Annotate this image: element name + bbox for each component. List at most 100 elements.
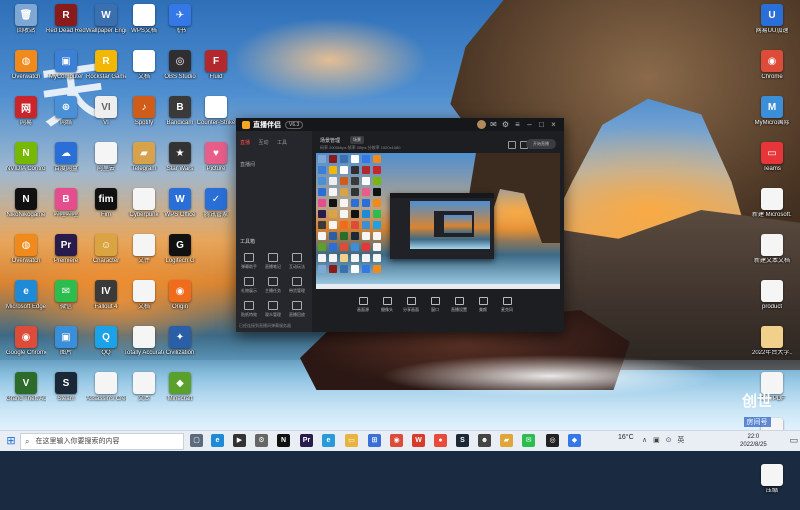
minimize-icon[interactable]: –: [525, 120, 534, 129]
taskbar-videoplayer-icon[interactable]: ▶: [233, 434, 246, 447]
tab-live[interactable]: 直播: [240, 139, 250, 146]
menu-icon[interactable]: ≡: [513, 120, 522, 129]
taskbar-record-icon[interactable]: ●: [434, 434, 447, 447]
settings-icon[interactable]: ⚙: [501, 120, 510, 129]
start-button[interactable]: ⊞: [2, 431, 20, 451]
desktop-icon[interactable]: B Bandicam: [160, 96, 200, 142]
tool-button[interactable]: 直播笔记: [262, 253, 284, 271]
control-button[interactable]: 麦克风: [496, 297, 518, 313]
desktop-icon[interactable]: IV Fallout 4: [86, 280, 126, 326]
desktop-icon[interactable]: ▰ Telegram: [124, 142, 164, 188]
desktop-icon[interactable]: N NVIDIA Control: [6, 142, 46, 188]
start-live-button[interactable]: 开始直播: [526, 139, 556, 149]
taskbar-gear-icon[interactable]: ⚙: [255, 434, 268, 447]
taskbar-taskview-icon[interactable]: ▢: [190, 434, 203, 447]
desktop-icon[interactable]: U 网易UU加速: [752, 4, 792, 50]
desktop-icon[interactable]: fim Fim: [86, 188, 126, 234]
taskbar-steam-icon[interactable]: S: [456, 434, 469, 447]
desktop-icon[interactable]: M MyMicro国际: [752, 96, 792, 142]
desktop-icon[interactable]: 文件: [124, 234, 164, 280]
desktop-icon[interactable]: Pr Premiere: [46, 234, 86, 280]
desktop-icon[interactable]: ◎ OBS Studio: [160, 50, 200, 96]
desktop-icon[interactable]: ◍ Overwatch: [6, 50, 46, 96]
notification-icon[interactable]: ▭: [789, 435, 798, 446]
clock[interactable]: 22:0 2022/8/25: [740, 433, 767, 449]
control-button[interactable]: 窗口: [424, 297, 446, 313]
desktop-icon[interactable]: ⊕ 网络: [46, 96, 86, 142]
desktop-icon[interactable]: e Microsoft Edge: [6, 280, 46, 326]
desktop-icon[interactable]: R Red Dead Redempti...: [46, 4, 86, 50]
taskbar-blue-icon[interactable]: ◆: [568, 434, 581, 447]
desktop-icon[interactable]: 网网易: [6, 96, 46, 142]
search-input[interactable]: [33, 437, 168, 446]
tab-interact[interactable]: 互动: [258, 139, 268, 146]
taskbar-obs-icon[interactable]: ◎: [546, 434, 559, 447]
live-streaming-app-window[interactable]: 直播伴侣 V6.3 ✉ ⚙ ≡ – □ × 直播 互动 工具 直播间 工具箱 弹…: [236, 118, 564, 332]
tool-button[interactable]: 互动玩法: [286, 253, 308, 271]
control-button[interactable]: 美颜: [472, 297, 494, 313]
desktop-icon[interactable]: N NikoNikogame: [6, 188, 46, 234]
taskbar-edge2-icon[interactable]: e: [322, 434, 335, 447]
desktop-icon[interactable]: Totally Accurate...: [124, 326, 164, 372]
taskbar-premiere-icon[interactable]: Pr: [300, 434, 313, 447]
tool-button[interactable]: 观众管理: [262, 301, 284, 319]
workspace-label[interactable]: 直播间: [240, 161, 255, 168]
desktop-icon[interactable]: 压缩: [752, 464, 792, 510]
tool-button[interactable]: 弹幕助手: [238, 253, 260, 271]
control-button[interactable]: 画面源: [352, 297, 374, 313]
tab-tools[interactable]: 工具: [277, 139, 287, 146]
desktop-icon[interactable]: 文本: [124, 372, 164, 418]
desktop-icon[interactable]: F Fluid: [196, 50, 236, 96]
desktop-icon[interactable]: ◍ Overwatch: [6, 234, 46, 280]
user-avatar[interactable]: [477, 120, 486, 129]
tool-button[interactable]: 礼物展示: [238, 277, 260, 295]
tool-button[interactable]: 主播任务: [262, 277, 284, 295]
desktop-icon[interactable]: 新建文本文档: [752, 234, 792, 280]
desktop-icon[interactable]: 阿里云: [86, 142, 126, 188]
desktop-icon[interactable]: ◉ Origin: [160, 280, 200, 326]
taskbar-wechat-icon[interactable]: ✉: [522, 434, 535, 447]
scene-badge[interactable]: 场景: [350, 136, 364, 144]
taskbar-chrome-icon[interactable]: ◉: [390, 434, 403, 447]
desktop-icon[interactable]: G Logitech G: [160, 234, 200, 280]
desktop-icon[interactable]: ☺ Character: [86, 234, 126, 280]
tool-button[interactable]: 带货管理: [286, 277, 308, 295]
system-tray[interactable]: ∧ ▣ ⊙ 英: [642, 435, 686, 445]
desktop-icon[interactable]: ✉ 微信: [46, 280, 86, 326]
desktop-icon[interactable]: ▭ Teams: [752, 142, 792, 188]
desktop-icon[interactable]: WPS文档: [124, 4, 164, 50]
desktop-icon[interactable]: Counter-Strike: [196, 96, 236, 142]
desktop-icon[interactable]: 文档: [124, 280, 164, 326]
control-button[interactable]: 直播设置: [448, 297, 470, 313]
desktop-icon[interactable]: V Grand Theft Auto V: [6, 372, 46, 418]
layout-icon[interactable]: [508, 141, 516, 149]
desktop-icon[interactable]: 🗑 回收站: [6, 4, 46, 50]
desktop-icon[interactable]: Assassin's Creed: [86, 372, 126, 418]
close-icon[interactable]: ×: [549, 120, 558, 129]
stream-preview[interactable]: [316, 153, 560, 289]
taskbar-game-icon[interactable]: ☻: [478, 434, 491, 447]
desktop-icon[interactable]: ♪ Spotify: [124, 96, 164, 142]
desktop-icon[interactable]: ◉ Google Chrome: [6, 326, 46, 372]
desktop-icon[interactable]: ◉ Chrome: [752, 50, 792, 96]
taskbar-wps-icon[interactable]: W: [412, 434, 425, 447]
taskbar-edge-icon[interactable]: e: [211, 434, 224, 447]
desktop-icon[interactable]: 文档: [124, 50, 164, 96]
desktop-icon[interactable]: W Wallpaper Engine: [86, 4, 126, 50]
desktop-icon[interactable]: Cyberpunk: [124, 188, 164, 234]
desktop-icon[interactable]: product: [752, 280, 792, 326]
desktop-icon[interactable]: ♥ Picture: [196, 142, 236, 188]
control-button[interactable]: 分享画面: [400, 297, 422, 313]
taskbar-explorer-icon[interactable]: ▭: [345, 434, 358, 447]
desktop-icon[interactable]: ✓ 腾讯管家: [196, 188, 236, 234]
desktop-icon[interactable]: B 哔哩哔哩: [46, 188, 86, 234]
desktop-icon[interactable]: 2022年台大学...: [752, 326, 792, 372]
tool-button[interactable]: 直播回放: [286, 301, 308, 319]
desktop-icon[interactable]: ▣ MyComputer: [46, 50, 86, 96]
desktop-icon[interactable]: W WPS Office: [160, 188, 200, 234]
taskbar-notion-icon[interactable]: N: [277, 434, 290, 447]
taskbar-store-icon[interactable]: ⊞: [368, 434, 381, 447]
desktop-icon[interactable]: R Rockstar Games...: [86, 50, 126, 96]
weather-temp[interactable]: 16°C: [618, 434, 634, 441]
desktop-icon[interactable]: Q QQ: [86, 326, 126, 372]
